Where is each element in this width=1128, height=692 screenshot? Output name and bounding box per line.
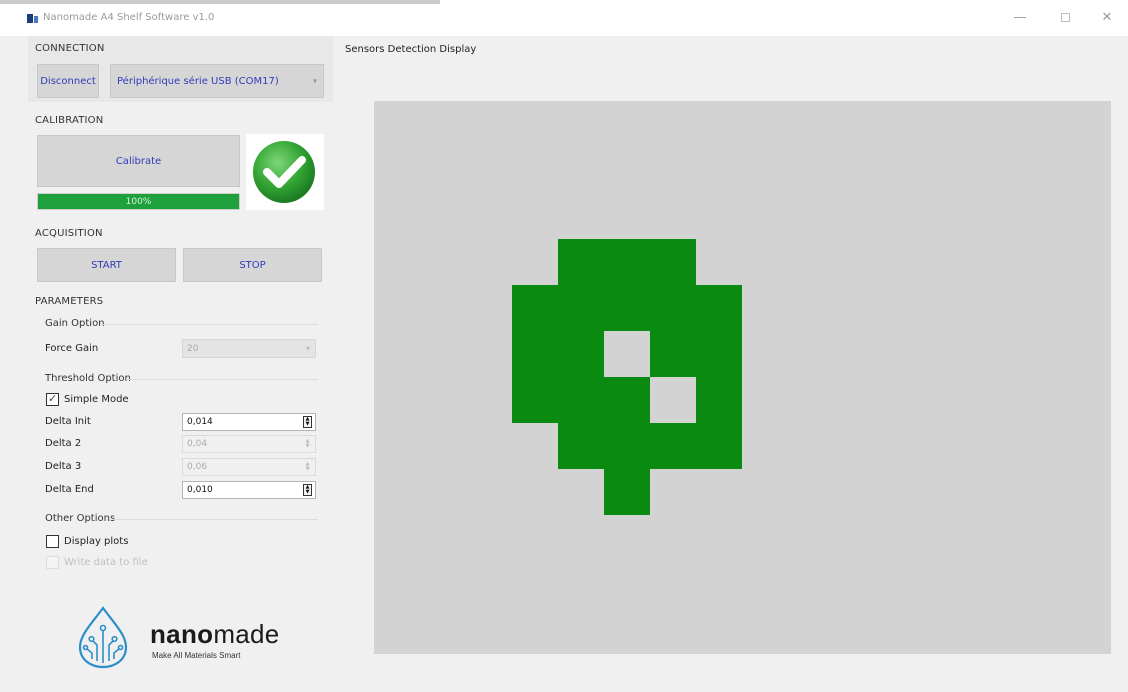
delta-init-value: 0,014 [187, 417, 213, 427]
logo-wordmark: nanomade [150, 619, 280, 649]
disconnect-button[interactable]: Disconnect [37, 64, 99, 98]
stop-button[interactable]: STOP [183, 248, 322, 282]
connection-label: CONNECTION [35, 43, 105, 54]
display-title: Sensors Detection Display [345, 44, 477, 55]
simple-mode-label: Simple Mode [64, 394, 129, 405]
delta-end-label: Delta End [45, 484, 94, 495]
threshold-option-label: Threshold Option [45, 373, 131, 384]
delta-3-label: Delta 3 [45, 461, 82, 472]
serial-port-value: Périphérique série USB (COM17) [117, 75, 279, 87]
divider [126, 379, 318, 380]
spin-arrows-icon[interactable]: ▲ ▼ [303, 416, 312, 428]
write-data-checkbox[interactable] [46, 556, 59, 569]
spin-arrows-icon[interactable]: ▲ ▼ [303, 461, 312, 473]
serial-port-select[interactable]: Périphérique série USB (COM17) ▾ [110, 64, 324, 98]
check-circle-icon [253, 141, 315, 203]
progress-text: 100% [125, 196, 152, 207]
force-gain-select[interactable]: 20 ▾ [182, 339, 316, 358]
simple-mode-checkbox[interactable]: ✓ [46, 392, 59, 406]
start-button[interactable]: START [37, 248, 176, 282]
delta-3-value: 0,06 [187, 462, 208, 472]
delta-2-label: Delta 2 [45, 438, 82, 449]
sensor-display [374, 101, 1111, 654]
spin-arrows-icon[interactable]: ▲ ▼ [303, 484, 312, 496]
delta-end-input[interactable]: 0,010 ▲ ▼ [182, 481, 316, 499]
app-icon [27, 14, 38, 23]
sensor-pixel [558, 423, 742, 469]
divider [100, 324, 318, 325]
calibration-progress-bar: 100% [37, 193, 240, 210]
maximize-icon [1060, 13, 1070, 22]
delta-3-input[interactable]: 0,06 ▲ ▼ [182, 458, 316, 476]
sensor-pixel [604, 469, 650, 515]
calibrate-button[interactable]: Calibrate [37, 135, 240, 187]
force-gain-value: 20 [187, 343, 199, 354]
chevron-down-icon: ▾ [312, 76, 317, 86]
chevron-down-icon: ▾ [305, 344, 310, 353]
nanomade-logo: nanomade Make All Materials Smart [72, 605, 302, 669]
sensor-pixel [512, 331, 604, 377]
taskbar-strip [0, 0, 440, 4]
maximize-button[interactable] [1050, 8, 1080, 28]
spin-arrows-icon[interactable]: ▲ ▼ [303, 438, 312, 450]
window-title: Nanomade A4 Shelf Software v1.0 [43, 12, 215, 23]
display-plots-checkbox[interactable] [46, 535, 59, 548]
sensor-pixel [558, 239, 696, 285]
close-button[interactable]: ✕ [1092, 8, 1122, 28]
divider [112, 519, 318, 520]
checkmark-icon: ✓ [48, 392, 58, 405]
gain-option-label: Gain Option [45, 318, 105, 329]
force-gain-label: Force Gain [45, 343, 99, 354]
logo-tagline: Make All Materials Smart [152, 651, 241, 660]
sensor-pixel [696, 377, 742, 423]
title-bar: Nanomade A4 Shelf Software v1.0 — ✕ [0, 0, 1128, 36]
delta-2-value: 0,04 [187, 439, 208, 449]
acquisition-label: ACQUISITION [35, 228, 103, 239]
display-plots-label: Display plots [64, 536, 129, 547]
delta-2-input[interactable]: 0,04 ▲ ▼ [182, 435, 316, 453]
sensor-pixel [512, 285, 742, 331]
delta-end-value: 0,010 [187, 485, 213, 495]
sensor-pixel [512, 377, 650, 423]
parameters-label: PARAMETERS [35, 296, 104, 307]
calibration-status [246, 134, 324, 210]
droplet-circuit-icon [78, 606, 128, 669]
minimize-button[interactable]: — [1005, 8, 1035, 28]
calibration-label: CALIBRATION [35, 115, 104, 126]
delta-init-input[interactable]: 0,014 ▲ ▼ [182, 413, 316, 431]
sensor-pixel [650, 331, 742, 377]
write-data-label: Write data to file [64, 557, 148, 568]
other-options-label: Other Options [45, 513, 116, 524]
delta-init-label: Delta Init [45, 416, 91, 427]
